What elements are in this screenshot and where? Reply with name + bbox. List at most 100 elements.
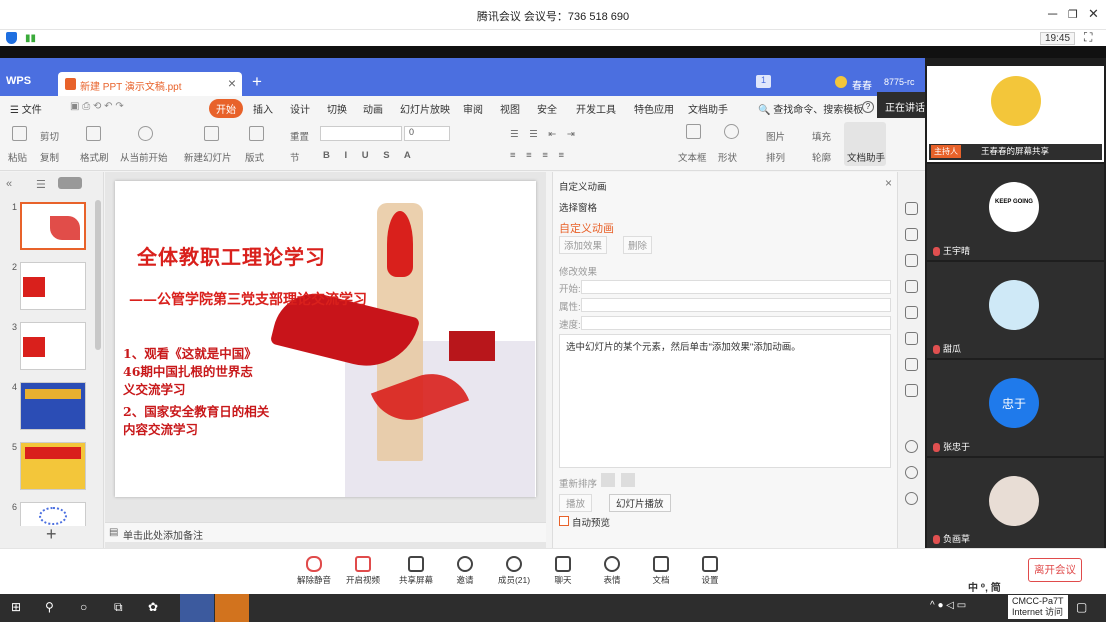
menu-features[interactable]: 特色应用 <box>634 101 674 116</box>
search-icon[interactable]: ⚲ <box>45 600 54 614</box>
cortana-icon[interactable]: ○ <box>80 600 87 614</box>
help-circle-icon[interactable] <box>905 492 918 505</box>
minimize-icon[interactable]: ─ <box>1048 6 1057 21</box>
history-icon[interactable] <box>905 466 918 479</box>
docs-button[interactable]: 文档 <box>639 553 683 586</box>
participant-tile[interactable]: 甜瓜 <box>927 262 1104 358</box>
play-button[interactable]: 播放 <box>559 494 593 512</box>
select-pane-link[interactable]: 选择窗格 <box>559 200 597 214</box>
layout-icon[interactable] <box>249 126 264 141</box>
help-icon[interactable]: ? <box>862 101 874 113</box>
thumbnail-slide-1[interactable] <box>20 202 86 250</box>
reset-button[interactable]: 重置 <box>290 129 309 143</box>
arrange-button[interactable]: 排列 <box>766 150 785 164</box>
share-icon[interactable] <box>905 358 918 371</box>
shield-icon[interactable] <box>6 32 17 44</box>
font-style-buttons[interactable]: B I U S A <box>323 150 417 161</box>
fill-button[interactable]: 填充 <box>812 129 831 143</box>
align-buttons[interactable]: ≡ ≡ ≡ ≡ <box>510 150 568 161</box>
image-icon[interactable] <box>905 280 918 293</box>
format-painter-button[interactable]: 格式刷 <box>80 150 109 164</box>
participant-tile[interactable]: 负画草 <box>927 458 1104 548</box>
cut-button[interactable]: 剪切 <box>40 129 59 143</box>
restore-icon[interactable]: ❐ <box>1068 8 1078 21</box>
list-buttons[interactable]: ☰ ☰ ⇤ ⇥ <box>510 129 579 140</box>
delete-effect-button[interactable]: 删除 <box>623 236 653 254</box>
thumbnail-slide-3[interactable] <box>20 322 86 370</box>
notes-bar[interactable]: ▤ 单击此处添加备注 <box>105 522 546 542</box>
wps-logo[interactable]: WPS <box>6 75 31 87</box>
sliders-icon[interactable] <box>905 254 918 267</box>
thumbnails-scrollbar[interactable] <box>95 200 101 350</box>
thumbnail-slide-6[interactable] <box>20 502 86 526</box>
textbox-icon[interactable] <box>686 124 701 139</box>
slideshow-button[interactable]: 幻灯片播放 <box>609 494 671 512</box>
paste-button[interactable]: 粘贴 <box>8 150 27 164</box>
menu-review[interactable]: 审阅 <box>463 101 483 116</box>
notification-icon[interactable]: ▢ <box>1076 600 1087 614</box>
thumbnail-slide-5[interactable] <box>20 442 86 490</box>
add-slide-icon[interactable]: + <box>46 524 57 545</box>
menu-dev-tools[interactable]: 开发工具 <box>576 101 616 116</box>
unmute-button[interactable]: 解除静音 <box>292 553 336 586</box>
speed-select[interactable] <box>581 316 891 330</box>
menu-insert[interactable]: 插入 <box>253 101 273 116</box>
task-view-icon[interactable]: ⧉ <box>114 600 123 615</box>
reaction-button[interactable]: 表情 <box>590 553 634 586</box>
quick-access-icons[interactable]: ▣ ⎙ ⟲ ↶ ↷ <box>70 101 124 112</box>
format-painter-icon[interactable] <box>86 126 101 141</box>
slide-canvas[interactable]: 全体教职工理论学习 ——公管学院第三党支部理论交流学习 1、观看《这就是中国》 … <box>115 181 536 497</box>
auto-preview-checkbox[interactable] <box>559 516 569 526</box>
shape-icon[interactable] <box>724 124 739 139</box>
start-video-button[interactable]: 开启视频 <box>341 553 385 586</box>
new-tab-icon[interactable]: + <box>252 72 262 92</box>
input-method-bar[interactable]: 中 ⁰, 简 <box>968 579 1001 594</box>
menu-home[interactable]: 开始 <box>209 99 243 118</box>
copy-icon[interactable] <box>905 228 918 241</box>
menu-transition[interactable]: 切换 <box>327 101 347 116</box>
new-slide-icon[interactable] <box>204 126 219 141</box>
members-button[interactable]: 成员(21) <box>492 553 536 586</box>
collapse-pane-icon[interactable]: « <box>6 178 12 190</box>
menu-animation[interactable]: 动画 <box>363 101 383 116</box>
thumbnail-slide-4[interactable] <box>20 382 86 430</box>
app-icon[interactable]: ✿ <box>148 600 158 614</box>
outline-view-icon[interactable]: ☰ <box>36 178 46 191</box>
command-search[interactable]: 🔍 查找命令、搜索模板 <box>758 101 863 116</box>
menu-design[interactable]: 设计 <box>290 101 310 116</box>
bookmark-icon[interactable] <box>905 306 918 319</box>
file-menu[interactable]: ☰ 文件 <box>10 101 42 116</box>
participant-tile[interactable]: KEEP GOING 王宇晴 <box>927 164 1104 260</box>
tray-icons[interactable]: ^ ● ◁ ▭ <box>930 600 966 611</box>
close-tab-icon[interactable]: × <box>228 75 236 91</box>
start-select[interactable] <box>581 280 891 294</box>
invite-button[interactable]: 邀请 <box>443 553 487 586</box>
move-up-icon[interactable] <box>601 473 615 487</box>
new-slide-button[interactable]: 新建幻灯片 <box>184 150 232 164</box>
close-icon[interactable]: ✕ <box>1088 6 1099 22</box>
move-down-icon[interactable] <box>621 473 635 487</box>
box-icon[interactable] <box>905 332 918 345</box>
menu-doc-assistant[interactable]: 文档助手 <box>688 101 728 116</box>
star-icon[interactable] <box>905 202 918 215</box>
menu-view[interactable]: 视图 <box>500 101 520 116</box>
menu-security[interactable]: 安全 <box>537 101 557 116</box>
copy-button[interactable]: 复制 <box>40 150 59 164</box>
picture-icon[interactable] <box>905 384 918 397</box>
notes-placeholder[interactable]: 单击此处添加备注 <box>123 527 203 542</box>
picture-button[interactable]: 图片 <box>766 129 785 143</box>
paste-icon[interactable] <box>12 126 27 141</box>
participant-tile[interactable]: 主持人 王春春的屏幕共享 <box>927 66 1104 162</box>
animation-list[interactable]: 选中幻灯片的某个元素，然后单击"添加效果"添加动画。 <box>559 334 891 468</box>
thumbnail-view-icon[interactable] <box>58 177 82 189</box>
tencent-meeting-taskbar-app[interactable] <box>180 594 214 622</box>
font-size-select[interactable]: 0 <box>404 126 450 141</box>
share-screen-button[interactable]: 共享屏幕 <box>394 553 438 586</box>
leave-meeting-button[interactable]: 离开会议 <box>1028 558 1082 582</box>
menu-slideshow[interactable]: 幻灯片放映 <box>400 101 450 116</box>
window-mode-icon[interactable]: 1 <box>756 75 771 88</box>
fullscreen-icon[interactable]: ⛶ <box>1084 30 1092 45</box>
font-family-select[interactable] <box>320 126 402 141</box>
wechat-taskbar-app[interactable] <box>215 594 249 622</box>
play-icon[interactable] <box>138 126 153 141</box>
